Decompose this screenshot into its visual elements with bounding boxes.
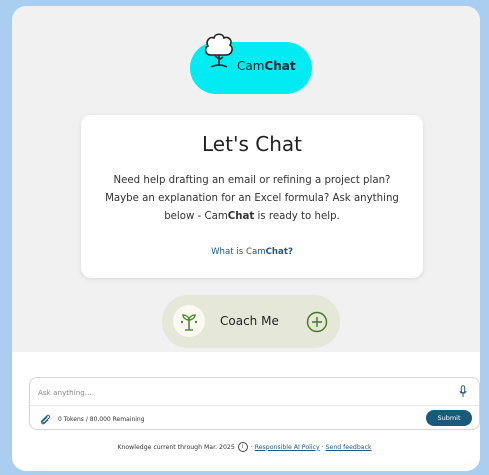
coach-me-button[interactable]: Coach Me <box>162 295 340 348</box>
token-counter: 0 Tokens / 80,000 Remaining <box>58 416 145 423</box>
page-title: Let's Chat <box>202 132 302 156</box>
coach-me-label: Coach Me <box>220 314 279 328</box>
what-is-camchat-link[interactable]: What is CamChat? <box>81 247 423 257</box>
microphone-icon[interactable] <box>459 385 467 398</box>
responsible-ai-policy-link[interactable]: Responsible AI Policy <box>255 444 320 451</box>
knowledge-date: Knowledge current through Mar. 2025 <box>117 443 235 451</box>
composer-divider <box>30 405 479 406</box>
footer: Knowledge current through Mar. 2025 i · … <box>0 442 489 452</box>
chat-composer: Ask anything... 0 Tokens / 80,000 Remain… <box>29 377 480 430</box>
welcome-card: Let's Chat Need help drafting an email o… <box>81 115 423 278</box>
footer-separator: · <box>250 443 253 451</box>
chat-input[interactable]: Ask anything... <box>38 388 92 397</box>
sprout-icon-container <box>173 305 205 337</box>
sprout-icon <box>180 314 198 331</box>
send-feedback-link[interactable]: Send feedback <box>326 444 372 451</box>
tree-icon <box>204 33 233 68</box>
submit-button[interactable]: Submit <box>426 410 472 426</box>
plus-circle-icon[interactable] <box>306 311 328 333</box>
paperclip-icon[interactable] <box>39 413 51 425</box>
logo-text: CamChat <box>237 59 296 73</box>
welcome-description: Need help drafting an email or refining … <box>105 175 399 222</box>
camchat-logo: CamChat <box>190 33 312 94</box>
footer-separator: · <box>321 443 324 451</box>
info-icon[interactable]: i <box>237 442 248 452</box>
